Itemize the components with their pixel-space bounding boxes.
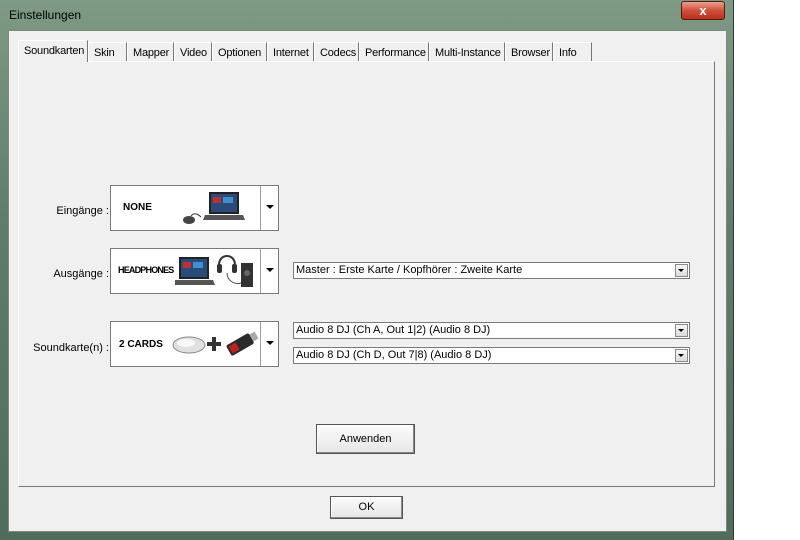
tab-browser[interactable]: Browser — [505, 42, 553, 62]
tab-mapper[interactable]: Mapper — [127, 42, 174, 62]
output-mode-select[interactable]: Master : Erste Karte / Kopfhörer : Zweit… — [293, 262, 690, 279]
outputs-combo[interactable]: HEADPHONES — [110, 248, 279, 294]
soundcard-1-select[interactable]: Audio 8 DJ (Ch A, Out 1|2) (Audio 8 DJ) — [293, 322, 690, 339]
soundcard-2-select[interactable]: Audio 8 DJ (Ch D, Out 7|8) (Audio 8 DJ) — [293, 347, 690, 364]
soundcards-label: Soundkarte(n) : — [33, 342, 109, 354]
tab-codecs[interactable]: Codecs — [314, 42, 359, 62]
soundcard-1-value: Audio 8 DJ (Ch A, Out 1|2) (Audio 8 DJ) — [296, 324, 491, 336]
two-soundcards-icon — [172, 331, 259, 356]
laptop-headphones-speaker-icon — [175, 255, 253, 287]
tab-optionen[interactable]: Optionen — [212, 42, 267, 62]
tab-bar: Soundkarten Skin Mapper Video Optionen I… — [18, 40, 592, 62]
title-bar[interactable]: Einstellungen x — [0, 0, 734, 30]
tab-soundkarten[interactable]: Soundkarten — [18, 40, 88, 62]
settings-window: Einstellungen x Soundkarten Skin Mapper … — [0, 0, 734, 540]
apply-button[interactable]: Anwenden — [316, 424, 415, 454]
outputs-label: Ausgänge : — [53, 268, 109, 280]
ok-button[interactable]: OK — [330, 496, 403, 519]
combo-separator — [260, 249, 261, 293]
close-button[interactable]: x — [681, 1, 725, 20]
window-title: Einstellungen — [9, 8, 82, 22]
chevron-down-icon[interactable] — [675, 324, 688, 337]
tab-skin[interactable]: Skin — [88, 42, 127, 62]
soundkarten-panel: Eingänge : NONE Ausgänge : HEADPHONES Ma… — [18, 61, 715, 487]
soundcards-combo-text: 2 CARDS — [119, 339, 163, 350]
dialog-client: Soundkarten Skin Mapper Video Optionen I… — [8, 30, 727, 532]
chevron-down-icon[interactable] — [262, 186, 278, 230]
tab-info[interactable]: Info — [553, 42, 592, 62]
combo-separator — [260, 322, 261, 366]
inputs-combo[interactable]: NONE — [110, 185, 279, 231]
inputs-combo-text: NONE — [123, 202, 152, 213]
tab-video[interactable]: Video — [174, 42, 212, 62]
soundcards-combo[interactable]: 2 CARDS — [110, 321, 279, 367]
tab-internet[interactable]: Internet — [267, 42, 314, 62]
close-icon: x — [699, 3, 707, 18]
chevron-down-icon[interactable] — [675, 264, 688, 277]
chevron-down-icon[interactable] — [262, 322, 278, 366]
output-mode-value: Master : Erste Karte / Kopfhörer : Zweit… — [296, 264, 523, 276]
soundcard-2-value: Audio 8 DJ (Ch D, Out 7|8) (Audio 8 DJ) — [296, 349, 492, 361]
laptop-mouse-icon — [183, 192, 245, 224]
tab-multi-instance[interactable]: Multi-Instance — [429, 42, 505, 62]
chevron-down-icon[interactable] — [675, 349, 688, 362]
inputs-label: Eingänge : — [56, 205, 109, 217]
combo-separator — [260, 186, 261, 230]
chevron-down-icon[interactable] — [262, 249, 278, 293]
outputs-combo-text: HEADPHONES — [118, 265, 174, 275]
tab-performance[interactable]: Performance — [359, 42, 429, 62]
